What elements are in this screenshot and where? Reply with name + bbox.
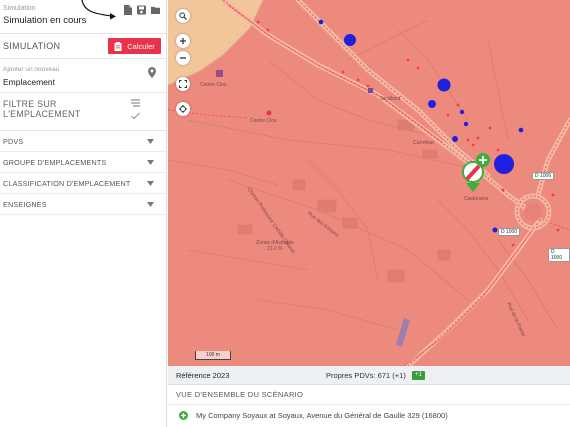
simulation-header: Simulation Simulation en cours	[0, 0, 166, 34]
app-root: Simulation Simulation en cours SIMULATIO…	[0, 0, 570, 427]
folder-icon[interactable]	[151, 5, 160, 15]
header-icons	[123, 5, 160, 15]
map-label-carrefour: Carrefour	[413, 140, 435, 146]
accordion-label: CLASSIFICATION D'EMPLACEMENT	[3, 178, 131, 188]
own-pdvs-count: Propres PDVs: 671 (+1)	[326, 370, 406, 380]
sidebar: Simulation Simulation en cours SIMULATIO…	[0, 0, 167, 427]
map-search-button[interactable]	[176, 9, 190, 23]
delta-badge: +1	[412, 371, 425, 380]
minus-icon	[180, 57, 186, 59]
accordion-label: GROUPE D'EMPLACEMENTS	[3, 157, 107, 167]
map-scale-bar: 100 m	[195, 351, 231, 360]
accordion-label: PDVS	[3, 136, 24, 146]
map-label-jardiland: Jardiland	[380, 96, 401, 102]
chevron-down-icon	[147, 159, 154, 165]
scenario-overview-title: VUE D'ENSEMBLE DU SCÉNARIO	[168, 385, 570, 405]
chevron-down-icon	[147, 180, 154, 186]
clipboard-icon	[114, 41, 122, 51]
check-icon[interactable]	[131, 112, 140, 120]
chevron-down-icon	[147, 201, 154, 207]
section-title: SIMULATION	[3, 41, 61, 51]
accordion-location-classification[interactable]: CLASSIFICATION D'EMPLACEMENT	[0, 173, 166, 194]
scenario-panel: Référence 2023 Propres PDVs: 671 (+1) +1…	[168, 366, 570, 427]
add-circle-icon	[179, 411, 188, 420]
add-location[interactable]: Ajouter un nouveau Emplacement	[0, 59, 166, 93]
search-icon	[179, 12, 187, 20]
locate-button[interactable]	[176, 102, 190, 116]
add-location-value: Emplacement	[3, 77, 55, 87]
map-label-castorama: Castorama	[464, 196, 489, 202]
crosshair-icon	[179, 105, 187, 113]
reference-bar: Référence 2023 Propres PDVs: 671 (+1) +1	[168, 366, 570, 385]
map-pin-icon[interactable]	[148, 67, 156, 78]
simulation-status: Simulation en cours	[3, 15, 87, 26]
map-view[interactable]: Centre Clos Centre Clos Jardiland Carref…	[168, 0, 570, 366]
expand-icon	[179, 80, 187, 88]
accordion-label: ENSEIGNES	[3, 199, 47, 209]
plus-icon	[180, 38, 186, 44]
chevron-down-icon	[147, 138, 154, 144]
calculate-button[interactable]: Calculer	[108, 38, 161, 54]
filter-icons	[131, 99, 140, 120]
file-icon[interactable]	[123, 5, 132, 15]
calculate-label: Calculer	[127, 41, 155, 51]
zoom-in-button[interactable]	[176, 34, 190, 48]
map-label-centre-clos-2: Centre Clos	[250, 118, 277, 124]
accordion-pdvs[interactable]: PDVS	[0, 131, 166, 152]
road-number: D 1006	[532, 172, 555, 180]
road-number: D 1000	[498, 228, 521, 236]
add-location-label: Ajouter un nouveau	[3, 66, 60, 73]
map-label-centre-clos: Centre Clos	[200, 82, 227, 88]
road-number: D 1000	[548, 248, 570, 262]
accordion-location-groups[interactable]: GROUPE D'EMPLACEMENTS	[0, 152, 166, 173]
simulation-section-header: SIMULATION Calculer	[0, 34, 166, 59]
fit-bounds-button[interactable]	[176, 77, 190, 91]
accordion-brands[interactable]: ENSEIGNES	[0, 194, 166, 215]
reference-title: Référence 2023	[176, 370, 230, 380]
zoom-out-button[interactable]	[176, 51, 190, 65]
filter-title: FILTRE SUR L'EMPLACEMENT	[3, 99, 81, 119]
save-icon[interactable]	[137, 5, 146, 15]
store-description: My Company Soyaux at Soyaux, Avenue du G…	[196, 411, 448, 420]
location-filter: FILTRE SUR L'EMPLACEMENT	[0, 93, 166, 131]
scenario-store-row[interactable]: My Company Soyaux at Soyaux, Avenue du G…	[168, 405, 570, 426]
eraser-icon[interactable]	[131, 99, 140, 107]
